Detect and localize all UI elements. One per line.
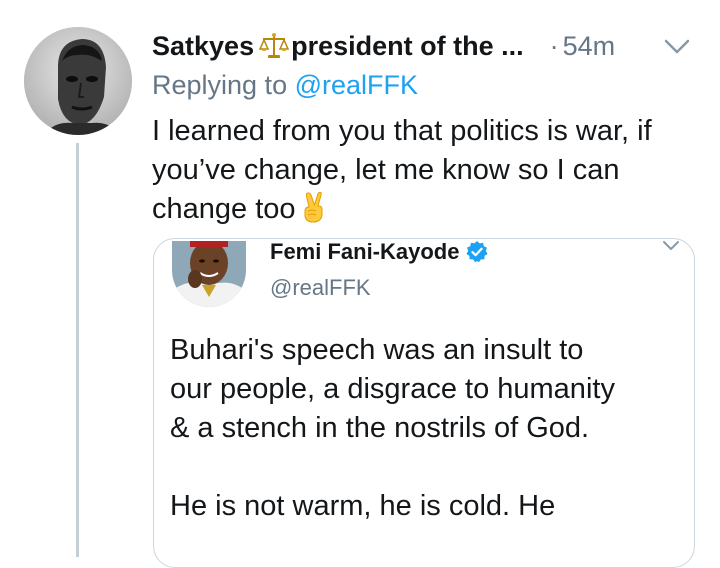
quote-text-line: Buhari's speech was an insult to xyxy=(170,334,584,366)
quote-text-line: & a stench in the nostrils of God. xyxy=(170,412,590,444)
quote-paragraph: Buhari's speech was an insult to our peo… xyxy=(170,331,685,448)
quote-text-line: He is not warm, he is cold. He xyxy=(170,490,556,522)
tweet-text-line: change too xyxy=(152,190,697,229)
timestamp[interactable]: 54m xyxy=(563,31,616,62)
quote-avatar[interactable] xyxy=(172,241,246,307)
tweet-text-line: you’ve change, let me know so I can xyxy=(152,154,620,186)
quote-chevron-down-icon[interactable] xyxy=(662,240,680,252)
quote-avatar-photo xyxy=(172,241,246,307)
quote-handle[interactable]: @realFFK xyxy=(270,275,371,301)
tweet-header: Satkyes president of the ... · 54m xyxy=(152,28,697,64)
scales-icon xyxy=(258,31,290,61)
verified-badge-icon xyxy=(466,241,489,263)
victory-hand-icon xyxy=(299,191,327,223)
thread-line xyxy=(76,143,79,557)
replying-to: Replying to @realFFK xyxy=(152,70,418,101)
separator-dot: · xyxy=(549,30,559,61)
tweet-text-line: I learned from you that politics is war,… xyxy=(152,115,652,147)
avatar-photo xyxy=(24,27,132,135)
quote-paragraph: He is not warm, he is cold. He xyxy=(170,487,685,526)
replying-handle-link[interactable]: @realFFK xyxy=(295,70,418,100)
chevron-down-icon[interactable] xyxy=(663,33,691,55)
tweet-text-line-content: change too xyxy=(152,193,296,225)
tweet-text: I learned from you that politics is war,… xyxy=(152,112,697,229)
quote-text-line: our people, a disgrace to humanity xyxy=(170,373,615,405)
replying-prefix: Replying to xyxy=(152,70,288,100)
display-name-suffix[interactable]: president of the ... xyxy=(291,31,524,62)
quote-name-row: Femi Fani-Kayode xyxy=(270,239,489,265)
quote-text: Buhari's speech was an insult to our peo… xyxy=(170,331,685,526)
quoted-tweet-card[interactable]: Femi Fani-Kayode @realFFK Buhari's speec… xyxy=(153,238,695,568)
display-name[interactable]: Satkyes xyxy=(152,31,254,62)
avatar[interactable] xyxy=(24,27,132,135)
quote-display-name[interactable]: Femi Fani-Kayode xyxy=(270,239,459,265)
